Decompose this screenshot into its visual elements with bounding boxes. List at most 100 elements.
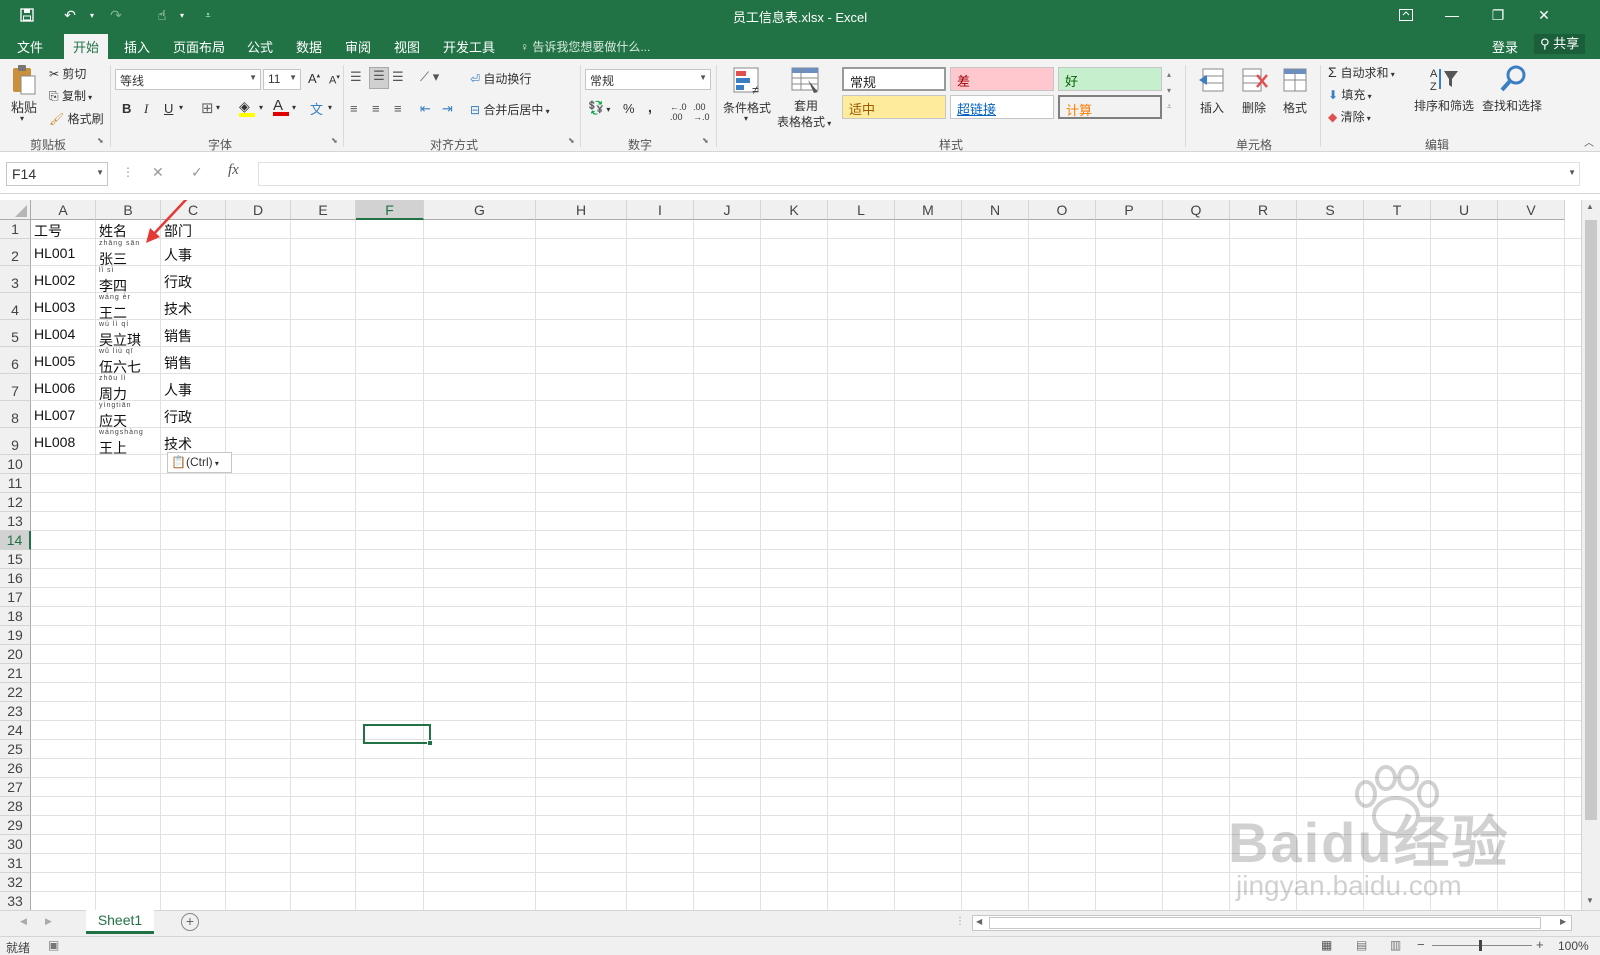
row-header-30[interactable]: 30 bbox=[0, 835, 31, 854]
page-layout-view-icon[interactable]: ▤ bbox=[1356, 938, 1367, 952]
row-header-9[interactable]: 9 bbox=[0, 428, 31, 455]
format-cells-button[interactable]: 格式 bbox=[1283, 99, 1307, 116]
worksheet-grid[interactable]: ABCDEFGHIJKLMNOPQRSTUV 1 2 3 4 5 6 7 8 9 10 11 12 13… bbox=[0, 200, 1581, 910]
tab-data[interactable]: 数据 bbox=[296, 37, 322, 56]
cell-a9[interactable]: HL008 bbox=[34, 434, 75, 450]
cell-c8[interactable]: 行政 bbox=[164, 407, 192, 427]
border-icon[interactable]: ⊞ bbox=[201, 99, 214, 117]
style-good[interactable]: 好 bbox=[1058, 67, 1162, 91]
column-header-u[interactable]: U bbox=[1431, 200, 1498, 220]
styles-scroll-icon[interactable]: ▴ ▾ ⩡ bbox=[1167, 67, 1172, 115]
underline-button[interactable]: U bbox=[164, 101, 173, 116]
column-header-p[interactable]: P bbox=[1096, 200, 1163, 220]
cell-c6[interactable]: 销售 bbox=[164, 353, 192, 373]
sheet-prev-icon[interactable]: ◀ bbox=[20, 916, 27, 927]
clipboard-launcher-icon[interactable]: ⬊ bbox=[97, 136, 104, 145]
column-header-t[interactable]: T bbox=[1364, 200, 1431, 220]
zoom-in-icon[interactable]: + bbox=[1536, 937, 1544, 952]
normal-view-icon[interactable]: ▦ bbox=[1321, 938, 1332, 952]
font-launcher-icon[interactable]: ⬊ bbox=[331, 136, 338, 145]
decrease-decimal-icon[interactable]: .00 →.0 bbox=[693, 102, 710, 122]
paste-icon[interactable] bbox=[8, 63, 40, 97]
column-header-m[interactable]: M bbox=[895, 200, 962, 220]
column-header-j[interactable]: J bbox=[694, 200, 761, 220]
font-name-select[interactable]: 等线 ▼ bbox=[115, 69, 261, 90]
grow-font-button[interactable]: A▴ bbox=[308, 71, 320, 86]
row-header-26[interactable]: 26 bbox=[0, 759, 31, 778]
align-right-icon[interactable]: ≡ bbox=[394, 101, 402, 116]
font-color-dropdown-icon[interactable]: ▾ bbox=[292, 103, 296, 112]
collapse-ribbon-icon[interactable]: ︿ bbox=[1584, 134, 1594, 149]
insert-cells-button[interactable]: 插入 bbox=[1200, 99, 1224, 116]
column-header-k[interactable]: K bbox=[761, 200, 828, 220]
sort-filter-icon[interactable]: AZ bbox=[1426, 63, 1462, 95]
autosum-button[interactable]: Σ 自动求和 ▾ bbox=[1328, 64, 1395, 81]
align-bottom-icon[interactable]: ☰ bbox=[392, 69, 404, 85]
column-header-h[interactable]: H bbox=[536, 200, 627, 220]
accounting-format-icon[interactable]: 💱 ▾ bbox=[588, 100, 610, 116]
row-header-5[interactable]: 5 bbox=[0, 320, 31, 347]
align-center-icon[interactable]: ≡ bbox=[372, 101, 380, 116]
row-header-17[interactable]: 17 bbox=[0, 588, 31, 607]
format-as-table-button[interactable]: 表格格式 ▾ bbox=[777, 113, 831, 130]
close-icon[interactable]: ✕ bbox=[1532, 4, 1556, 26]
tab-developer[interactable]: 开发工具 bbox=[443, 37, 495, 56]
sheet-next-icon[interactable]: ▶ bbox=[45, 916, 52, 927]
vertical-scroll-thumb[interactable] bbox=[1585, 220, 1597, 820]
increase-decimal-icon[interactable]: ←.0.00 bbox=[670, 102, 687, 122]
phonetic-dropdown-icon[interactable]: ▾ bbox=[328, 103, 332, 112]
insert-cells-icon[interactable] bbox=[1195, 63, 1229, 97]
zoom-level[interactable]: 100% bbox=[1558, 939, 1589, 953]
font-size-select[interactable]: 11 ▼ bbox=[263, 69, 301, 90]
wrap-text-button[interactable]: ⏎ 自动换行 bbox=[470, 70, 531, 87]
insert-function-button[interactable]: fx bbox=[228, 162, 239, 179]
cell-a8[interactable]: HL007 bbox=[34, 407, 75, 423]
cancel-formula-icon[interactable]: ✕ bbox=[152, 164, 164, 181]
fill-dropdown-icon[interactable]: ▾ bbox=[259, 103, 263, 112]
zoom-slider[interactable] bbox=[1432, 940, 1532, 951]
cell-a6[interactable]: HL005 bbox=[34, 353, 75, 369]
cut-button[interactable]: ✂ 剪切 bbox=[49, 65, 86, 82]
align-left-icon[interactable]: ≡ bbox=[350, 101, 358, 116]
copy-button[interactable]: ⎘ 复制 ▾ bbox=[49, 87, 92, 104]
style-normal[interactable]: 常规 bbox=[842, 67, 946, 91]
row-header-16[interactable]: 16 bbox=[0, 569, 31, 588]
cell-c9[interactable]: 技术 bbox=[164, 434, 192, 454]
cell-b6[interactable]: 伍六七 bbox=[99, 357, 141, 377]
sheet-tab-sheet1[interactable]: Sheet1 bbox=[86, 910, 154, 934]
decrease-indent-icon[interactable]: ⇤ bbox=[420, 101, 431, 117]
column-header-l[interactable]: L bbox=[828, 200, 895, 220]
horizontal-scrollbar[interactable]: ◀ ▶ bbox=[972, 915, 1572, 931]
row-header-19[interactable]: 19 bbox=[0, 626, 31, 645]
row-header-27[interactable]: 27 bbox=[0, 778, 31, 797]
row-header-22[interactable]: 22 bbox=[0, 683, 31, 702]
minimize-icon[interactable]: — bbox=[1440, 4, 1464, 26]
macro-record-icon[interactable]: ▣ bbox=[48, 938, 59, 952]
column-header-s[interactable]: S bbox=[1297, 200, 1364, 220]
column-header-v[interactable]: V bbox=[1498, 200, 1565, 220]
cell-a7[interactable]: HL006 bbox=[34, 380, 75, 396]
format-painter-button[interactable]: 🖌 格式刷 bbox=[49, 110, 104, 127]
tab-insert[interactable]: 插入 bbox=[124, 37, 150, 56]
tab-home[interactable]: 开始 bbox=[64, 34, 109, 59]
cell-b8[interactable]: 应天 bbox=[99, 411, 127, 431]
tab-page-layout[interactable]: 页面布局 bbox=[173, 37, 225, 56]
paste-options-button[interactable]: 📋(Ctrl) ▾ bbox=[167, 452, 232, 473]
row-header-8[interactable]: 8 bbox=[0, 401, 31, 428]
zoom-out-icon[interactable]: − bbox=[1417, 937, 1425, 952]
row-header-25[interactable]: 25 bbox=[0, 740, 31, 759]
scroll-left-icon[interactable]: ◀ bbox=[976, 917, 982, 926]
column-header-o[interactable]: O bbox=[1029, 200, 1096, 220]
tab-file[interactable]: 文件 bbox=[17, 37, 43, 56]
comma-button[interactable]: , bbox=[648, 99, 652, 115]
active-cell-f14[interactable] bbox=[363, 724, 433, 746]
column-header-g[interactable]: G bbox=[424, 200, 536, 220]
share-button[interactable]: ⚲ 共享 bbox=[1534, 34, 1586, 54]
align-top-icon[interactable]: ☰ bbox=[350, 69, 362, 85]
column-header-i[interactable]: I bbox=[627, 200, 694, 220]
vertical-scrollbar[interactable]: ▲ ▼ bbox=[1581, 200, 1600, 910]
formula-input[interactable]: ▼ bbox=[258, 162, 1580, 186]
style-bad[interactable]: 差 bbox=[950, 67, 1054, 91]
sort-filter-button[interactable]: 排序和筛选 bbox=[1414, 97, 1474, 114]
cell-b5[interactable]: 吴立琪 bbox=[99, 330, 141, 350]
